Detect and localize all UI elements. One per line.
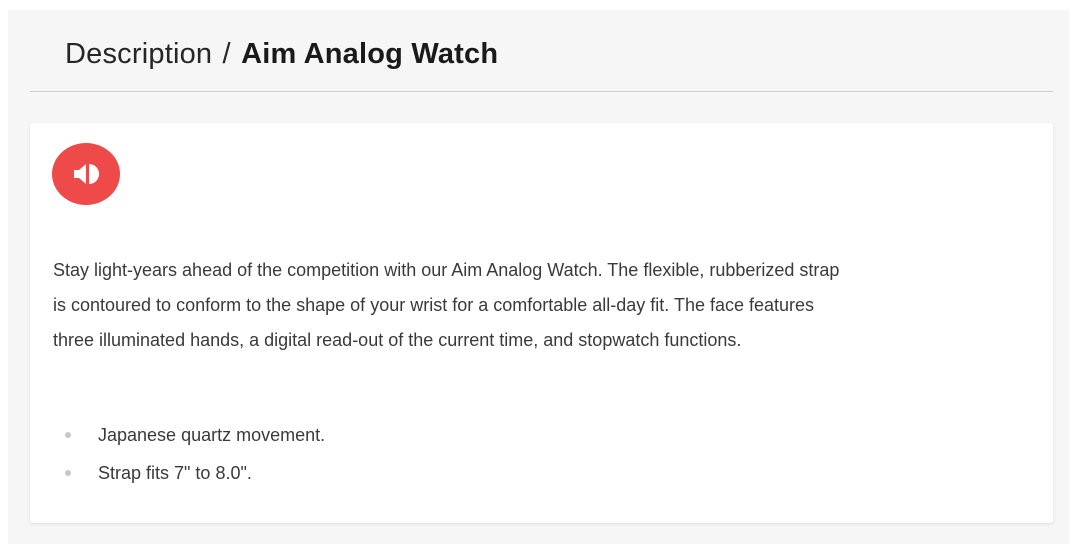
- description-card: Stay light-years ahead of the competitio…: [30, 123, 1053, 523]
- list-item: Japanese quartz movement.: [53, 416, 325, 454]
- breadcrumb-separator: /: [222, 38, 231, 70]
- product-name: Aim Analog Watch: [241, 38, 499, 70]
- bullet-icon: [65, 470, 71, 476]
- description-panel: Description / Aim Analog Watch Stay ligh…: [8, 10, 1069, 544]
- bullet-icon: [65, 432, 71, 438]
- breadcrumb-section: Description: [65, 38, 213, 70]
- product-description: Stay light-years ahead of the competitio…: [53, 260, 840, 350]
- list-item: Strap fits 7" to 8.0".: [53, 454, 325, 492]
- feature-text: Japanese quartz movement.: [98, 425, 326, 445]
- page-header: Description / Aim Analog Watch: [30, 10, 1053, 92]
- page-title: Description / Aim Analog Watch: [65, 38, 498, 71]
- feature-list: Japanese quartz movement. Strap fits 7" …: [53, 416, 325, 492]
- read-aloud-button[interactable]: [52, 143, 120, 205]
- feature-text: Strap fits 7" to 8.0".: [98, 463, 252, 483]
- speaker-volume-icon: [74, 164, 99, 184]
